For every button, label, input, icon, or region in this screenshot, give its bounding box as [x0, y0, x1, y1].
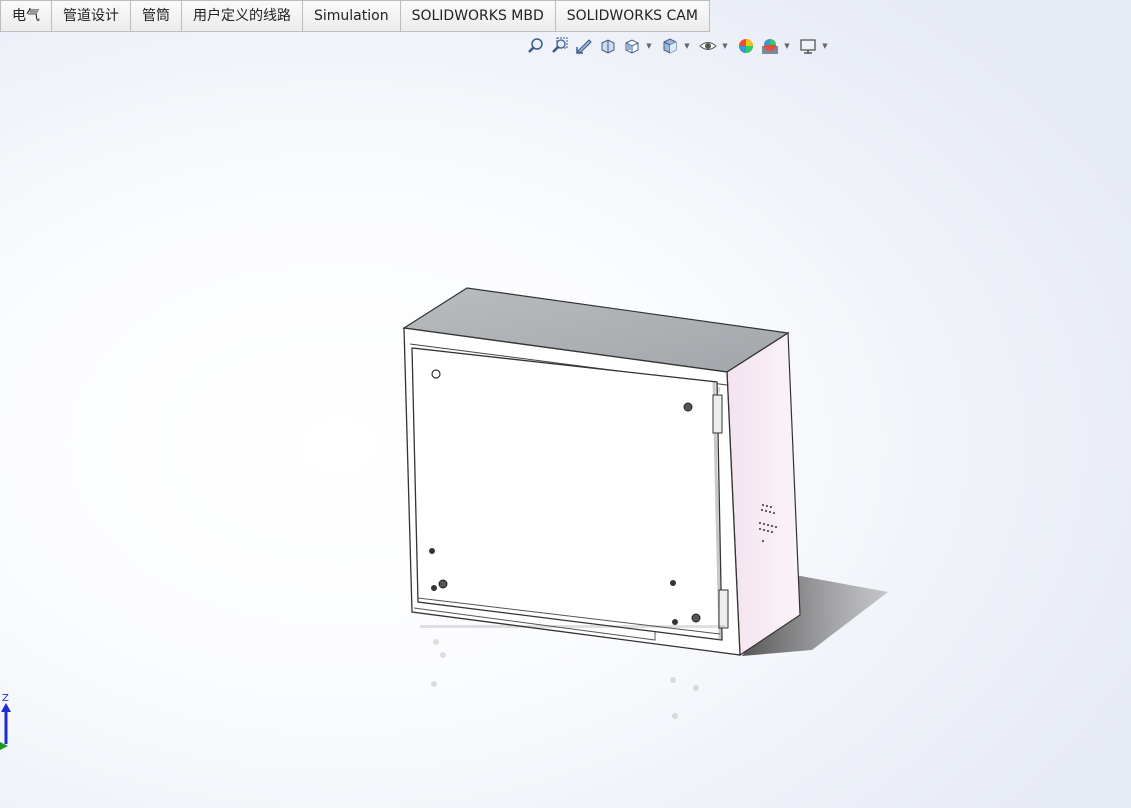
top-hinge — [712, 394, 723, 434]
tab-electrical[interactable]: 电气 — [0, 0, 52, 31]
reference-triad: Z — [0, 693, 11, 750]
tab-piping[interactable]: 管道设计 — [52, 0, 131, 31]
tab-simulation[interactable]: Simulation — [303, 0, 401, 31]
cabinet-door — [411, 347, 723, 641]
cabinet-model[interactable] — [402, 287, 888, 719]
tab-solidworks-mbd[interactable]: SOLIDWORKS MBD — [400, 0, 556, 31]
tab-tubing[interactable]: 管筒 — [131, 0, 182, 31]
command-manager-tabs: 电气 管道设计 管筒 用户定义的线路 Simulation SOLIDWORKS… — [0, 0, 710, 32]
tab-user-defined-routing[interactable]: 用户定义的线路 — [182, 0, 303, 31]
tab-solidworks-cam[interactable]: SOLIDWORKS CAM — [555, 0, 710, 31]
bottom-hinge — [718, 589, 729, 629]
triad-z-label: Z — [2, 693, 9, 704]
graphics-area[interactable] — [0, 31, 1131, 808]
